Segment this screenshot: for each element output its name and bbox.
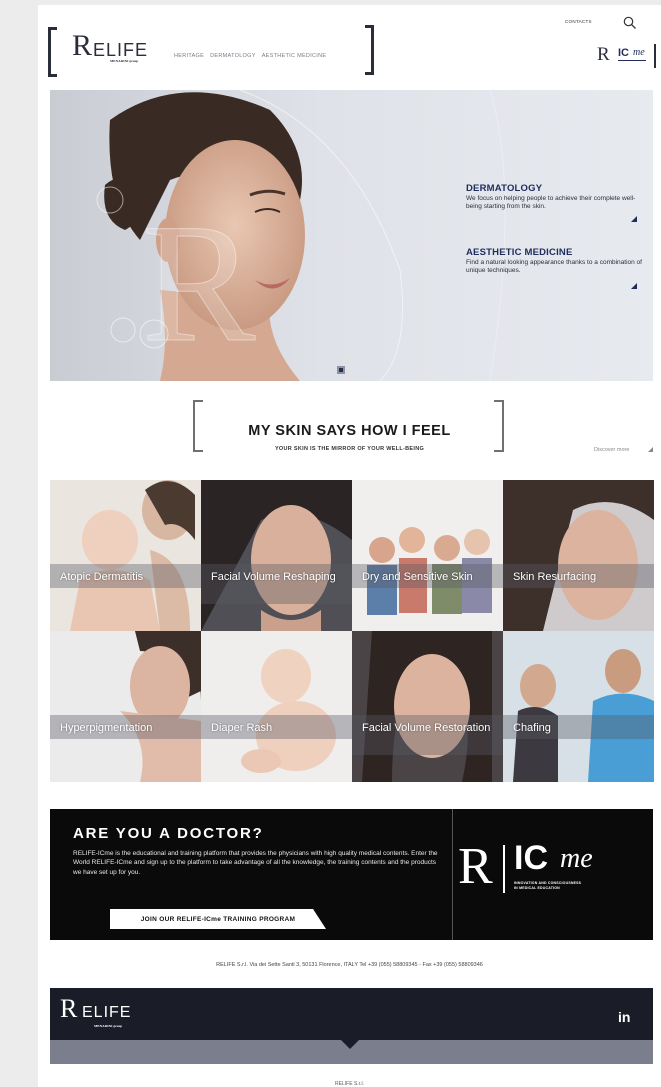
doctor-divider	[452, 809, 453, 940]
logo-letter: R	[72, 29, 93, 62]
icme-tagline-1: INNOVATION AND CONSCIOUSNESS	[514, 881, 582, 885]
tile-image	[50, 480, 201, 631]
icme-logo-letter: R	[597, 44, 610, 65]
page: R ELIFE MENARINI group HERITAGE DERMATOL…	[38, 5, 661, 1087]
tile-image	[352, 631, 503, 782]
tile-label: Chafing	[513, 722, 551, 734]
tile-image	[503, 480, 654, 631]
hero-dermatology-text: We focus on helping people to achieve th…	[466, 195, 636, 211]
tile-image	[50, 631, 201, 782]
main-nav: HERITAGE DERMATOLOGY AESTHETIC MEDICINE	[174, 53, 326, 59]
icme-logo-me: me	[633, 47, 645, 58]
linkedin-icon[interactable]: in	[618, 1009, 630, 1025]
tile-label: Facial Volume Restoration	[362, 722, 491, 734]
tile-band	[201, 564, 352, 604]
icme-header-logo[interactable]: R IC me	[597, 44, 657, 68]
discover-more-link[interactable]: Discover more	[594, 447, 629, 453]
join-training-button[interactable]: JOIN OUR RELIFE-ICme TRAINING PROGRAM	[110, 909, 326, 929]
contacts-link[interactable]: CONTACTS	[565, 19, 592, 24]
header: R ELIFE MENARINI group HERITAGE DERMATOL…	[38, 5, 661, 89]
tile-facial-volume-reshaping[interactable]: Facial Volume Reshaping	[201, 480, 352, 631]
nav-aesthetic-medicine[interactable]: AESTHETIC MEDICINE	[262, 53, 327, 59]
tile-label: Diaper Rash	[211, 722, 273, 734]
nav-heritage[interactable]: HERITAGE	[174, 53, 204, 59]
tile-image	[201, 480, 352, 631]
footer-notch	[341, 1040, 359, 1049]
icme-logo-bar	[503, 845, 505, 893]
slider-dot[interactable]	[337, 366, 345, 374]
hero-dermatology[interactable]: DERMATOLOGY We focus on helping people t…	[466, 183, 646, 211]
hero-image: R	[96, 90, 506, 381]
doctor-text: RELIFE-ICme is the educational and train…	[73, 850, 438, 876]
tile-image	[352, 480, 503, 631]
tile-label: Hyperpigmentation	[60, 722, 153, 734]
nav-dermatology[interactable]: DERMATOLOGY	[210, 53, 256, 59]
icme-logo[interactable]: R IC me INNOVATION AND CONSCIOUSNESS IN …	[458, 841, 618, 901]
footer-logo-subtitle: MENARINI group	[94, 1024, 123, 1028]
hero-aesthetic-text: Find a natural looking appearance thanks…	[466, 259, 642, 275]
icme-logo-ic: IC	[514, 839, 548, 877]
svg-text:R: R	[142, 189, 256, 377]
arrow-icon[interactable]	[631, 216, 637, 222]
tile-chafing[interactable]: Chafing	[503, 631, 654, 782]
tile-diaper-rash[interactable]: Diaper Rash	[201, 631, 352, 782]
treatment-grid: Atopic Dermatitis Facial Volume Reshapin…	[50, 480, 654, 782]
tagline-subtitle: YOUR SKIN IS THE MIRROR OF YOUR WELL-BEI…	[274, 446, 425, 452]
footer-logo-letter: R	[60, 994, 78, 1023]
arrow-icon[interactable]	[648, 447, 653, 452]
hero-dermatology-title: DERMATOLOGY	[466, 183, 543, 194]
search-icon[interactable]	[623, 16, 637, 30]
doctor-title: ARE YOU A DOCTOR?	[73, 825, 264, 842]
company-address: RELIFE S.r.l. Via dei Sette Santi 3, 501…	[216, 962, 483, 968]
logo-bracket-right	[365, 25, 374, 75]
tagline-title: MY SKIN SAYS HOW I FEEL	[248, 423, 451, 439]
footer-logo-word: ELIFE	[82, 1004, 132, 1021]
tile-hyperpigmentation[interactable]: Hyperpigmentation	[50, 631, 201, 782]
icme-logo-rule	[618, 60, 646, 61]
tile-band	[352, 715, 503, 755]
tile-facial-volume-restoration[interactable]: Facial Volume Restoration	[352, 631, 503, 782]
icme-logo-me: me	[560, 843, 593, 874]
tile-label: Facial Volume Reshaping	[211, 571, 336, 583]
tile-skin-resurfacing[interactable]: Skin Resurfacing	[503, 480, 654, 631]
tile-label: Dry and Sensitive Skin	[362, 571, 473, 583]
hero-slider: R DERMATOLOGY We focus on helping people…	[50, 90, 653, 381]
tile-label: Skin Resurfacing	[513, 571, 597, 583]
arrow-icon[interactable]	[631, 283, 637, 289]
hero-aesthetic[interactable]: AESTHETIC MEDICINE Find a natural lookin…	[466, 247, 646, 275]
icme-tagline-2: IN MEDICAL EDUCATION	[514, 886, 560, 890]
tile-atopic-dermatitis[interactable]: Atopic Dermatitis	[50, 480, 201, 631]
footer: R ELIFE MENARINI group	[50, 988, 653, 1040]
tile-image	[201, 631, 352, 782]
icme-logo-bar	[654, 44, 656, 68]
tile-label: Atopic Dermatitis	[60, 571, 144, 583]
footer-logo[interactable]: R ELIFE MENARINI group	[60, 996, 170, 1034]
icme-logo-ic: IC	[618, 47, 629, 59]
footer-company: RELIFE S.r.l.	[335, 1081, 364, 1087]
relife-logo[interactable]: R ELIFE MENARINI group	[48, 25, 158, 81]
icme-logo-letter: R	[458, 838, 493, 895]
tile-dry-sensitive-skin[interactable]: Dry and Sensitive Skin	[352, 480, 503, 631]
logo-word: ELIFE	[93, 40, 149, 60]
tile-image	[503, 631, 654, 782]
logo-subtitle: MENARINI group	[110, 59, 139, 63]
hero-aesthetic-title: AESTHETIC MEDICINE	[466, 247, 573, 258]
